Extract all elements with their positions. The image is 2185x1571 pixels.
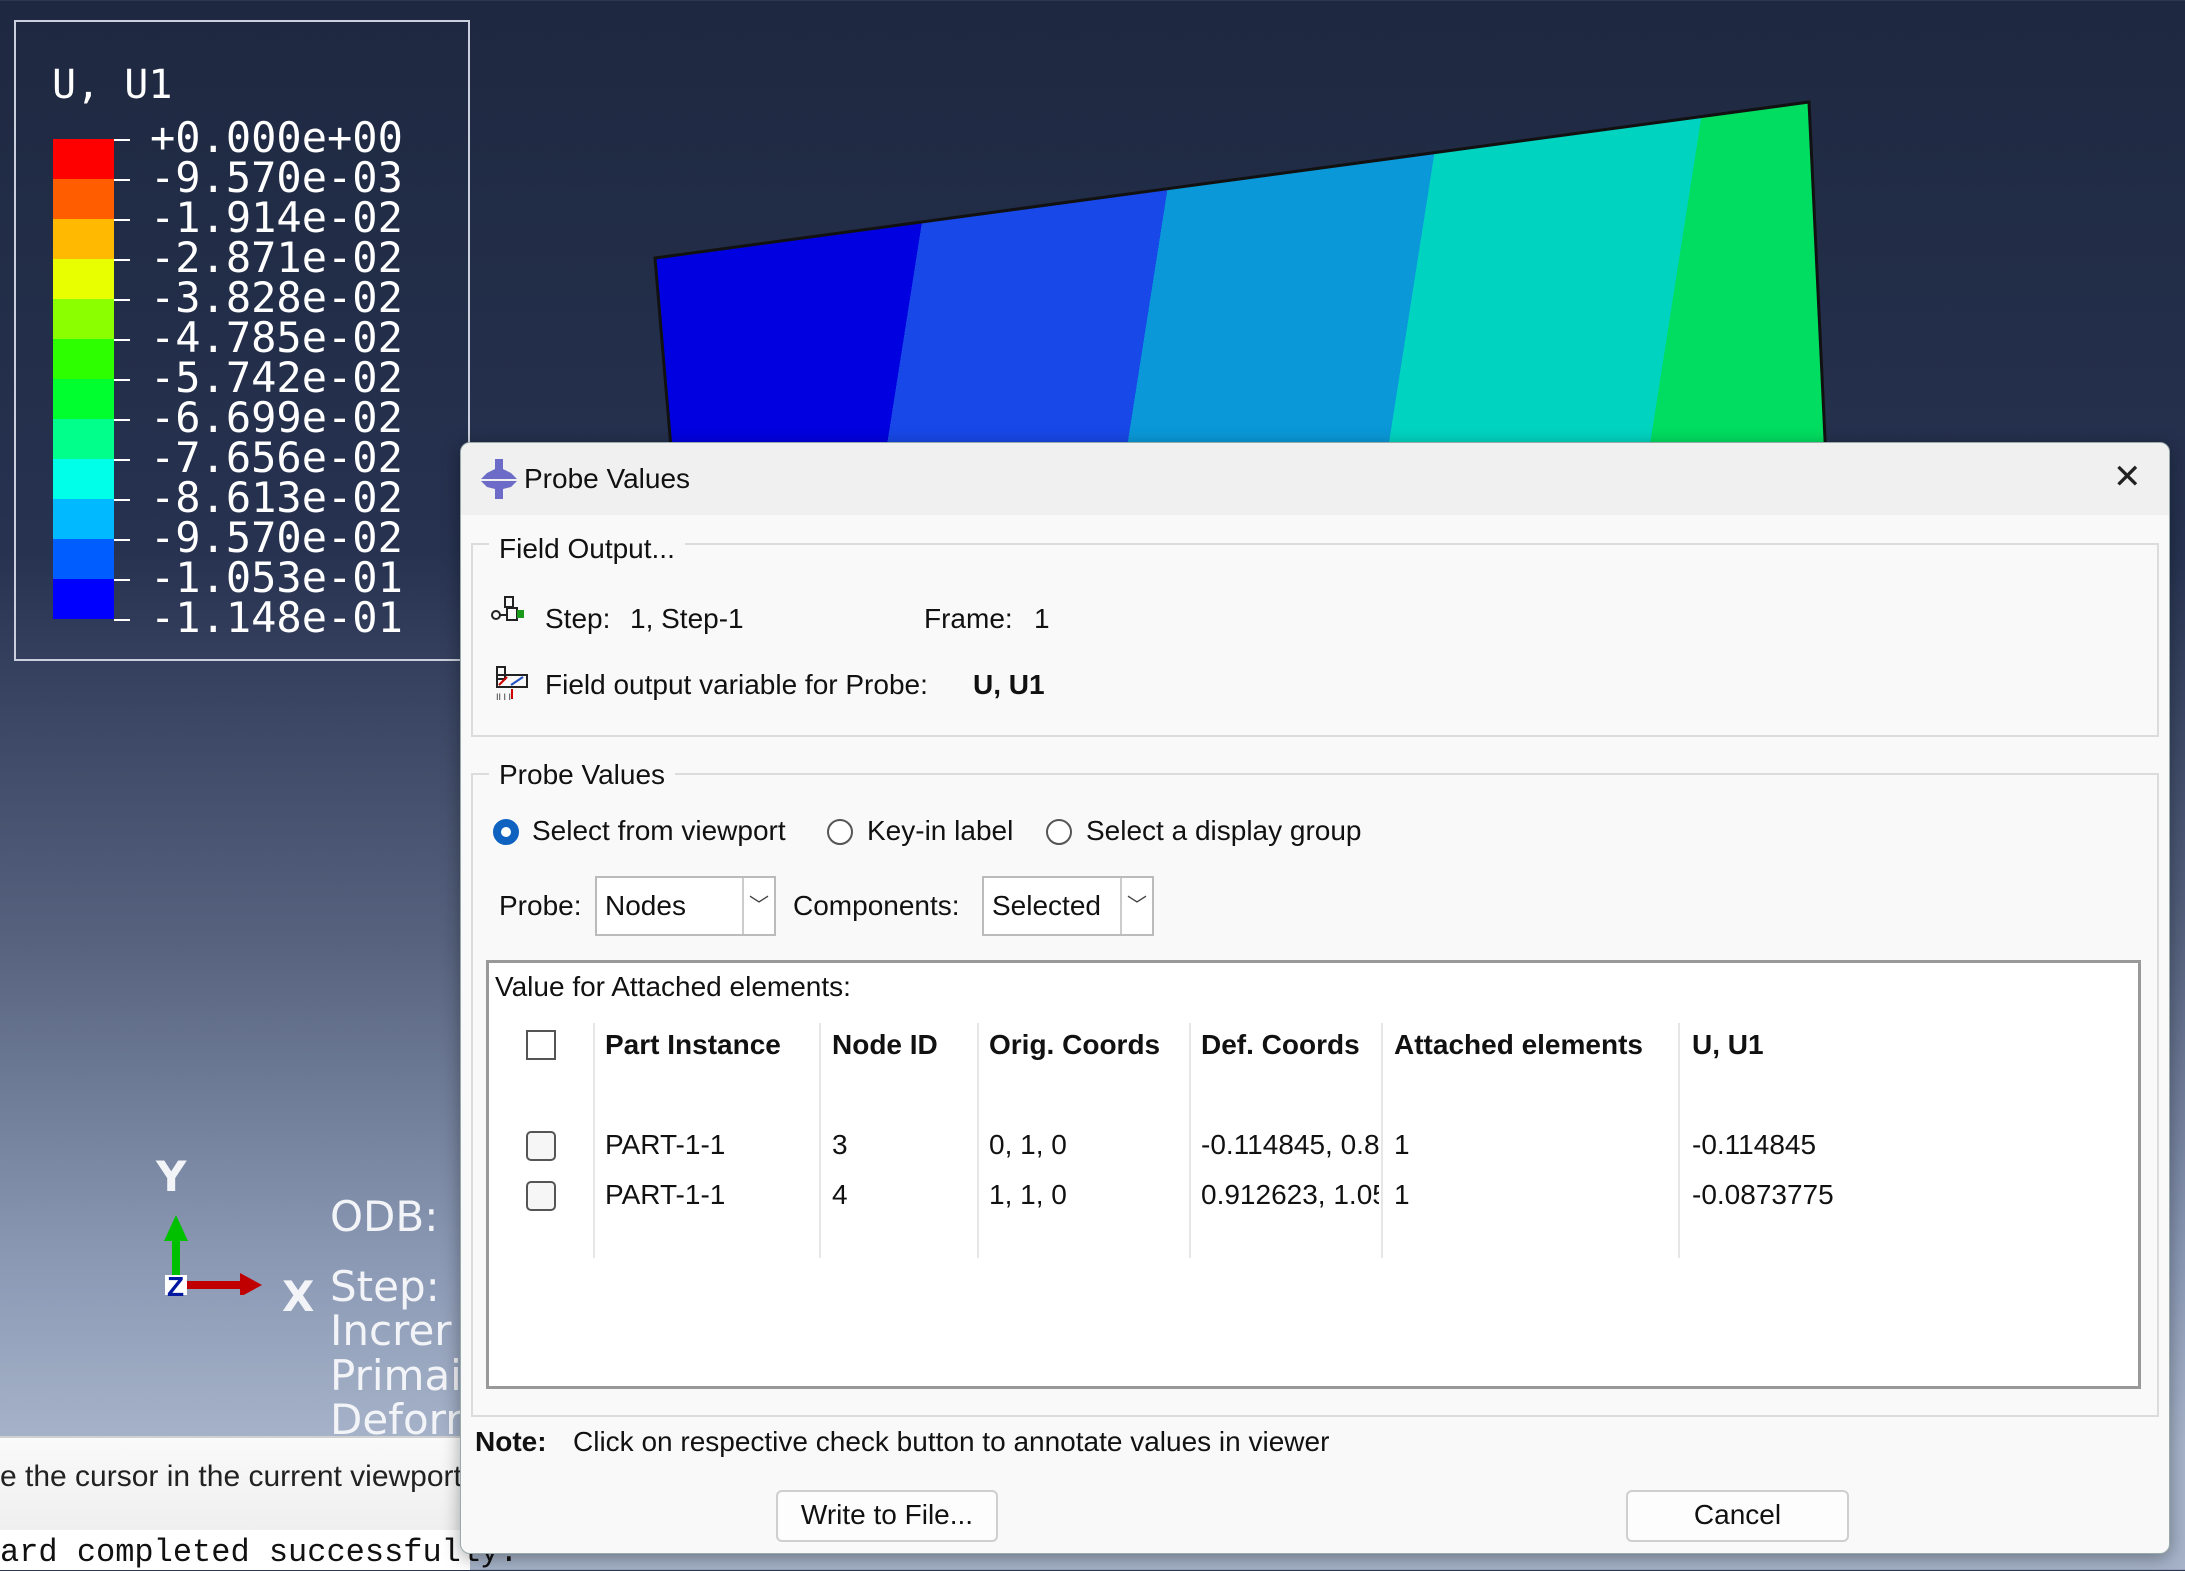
probe-select-value: Nodes <box>605 890 686 921</box>
legend-color-band <box>53 139 114 179</box>
row-checkbox[interactable] <box>526 1181 556 1211</box>
field-output-variable-icon: II I I <box>496 666 528 701</box>
header-node-id[interactable]: Node ID <box>832 1029 938 1061</box>
probe-select[interactable]: Nodes ﹀ <box>595 876 776 936</box>
field-output-group <box>471 543 2159 737</box>
radio-label-select-from-viewport[interactable]: Select from viewport <box>532 815 786 847</box>
cell-part-instance: PART-1-1 <box>605 1129 726 1160</box>
cell-node-id: 3 <box>832 1129 848 1160</box>
close-icon[interactable]: ✕ <box>2113 457 2142 497</box>
probe-values-dialog: Probe Values ✕ Field Output... Step: 1, … <box>460 442 2170 1554</box>
cell-u-u1: -0.114845 <box>1692 1129 1817 1160</box>
legend-tick <box>114 339 130 341</box>
cell-def-coords: -0.114845, 0.8 <box>1201 1129 1379 1160</box>
components-label: Components: <box>793 890 960 921</box>
dialog-title: Probe Values <box>524 463 691 494</box>
radio-select-from-viewport[interactable] <box>493 819 519 845</box>
probe-label: Probe: <box>499 890 582 921</box>
legend-color-band <box>53 219 114 259</box>
components-select-value: Selected <box>992 890 1101 921</box>
step-icon <box>491 596 524 621</box>
viewport-info-odb: ODB: <box>330 1192 439 1241</box>
cell-part-instance: PART-1-1 <box>605 1179 726 1210</box>
select-all-checkbox[interactable] <box>526 1030 556 1060</box>
field-variable-value: U, U1 <box>973 669 1045 700</box>
cell-orig-coords: 1, 1, 0 <box>989 1179 1067 1210</box>
probe-icon <box>481 459 517 499</box>
legend-label: -1.148e-01 <box>150 593 403 642</box>
cancel-button[interactable]: Cancel <box>1626 1490 1849 1542</box>
radio-select-display-group[interactable] <box>1046 819 1072 845</box>
legend-color-band <box>53 579 114 619</box>
prompt-text: e the cursor in the current viewport <box>0 1460 462 1493</box>
table-caption: Value for Attached elements: <box>495 971 851 1002</box>
legend-tick <box>114 259 130 261</box>
legend-tick <box>114 379 130 381</box>
legend-color-band <box>53 179 114 219</box>
cell-attached-elements: 1 <box>1394 1129 1410 1160</box>
legend-color-band <box>53 299 114 339</box>
legend-tick <box>114 539 130 541</box>
components-select[interactable]: Selected ﹀ <box>982 876 1154 936</box>
legend-tick <box>114 499 130 501</box>
legend-color-band <box>53 379 114 419</box>
message-text: ard completed successfully. <box>0 1534 519 1571</box>
header-def-coords[interactable]: Def. Coords <box>1201 1029 1360 1061</box>
legend-color-band <box>53 499 114 539</box>
svg-text:II I I: II I I <box>496 692 511 701</box>
field-output-legend: Field Output... <box>489 533 685 565</box>
legend-color-band <box>53 419 114 459</box>
radio-label-select-display-group[interactable]: Select a display group <box>1086 815 1362 847</box>
cell-def-coords: 0.912623, 1.05 <box>1201 1179 1379 1210</box>
legend-tick <box>114 459 130 461</box>
cell-orig-coords: 0, 1, 0 <box>989 1129 1067 1160</box>
axis-triad: Y Z X <box>150 1152 314 1325</box>
frame-value: 1 <box>1034 603 1050 634</box>
field-variable-label: Field output variable for Probe: <box>545 669 928 700</box>
legend-tick <box>114 619 130 621</box>
probe-values-legend: Probe Values <box>489 759 676 791</box>
legend-tick <box>114 179 130 181</box>
cell-node-id: 4 <box>832 1179 848 1210</box>
cell-u-u1: -0.0873775 <box>1692 1179 1834 1210</box>
frame-label: Frame: <box>924 603 1013 634</box>
note-text: Click on respective check button to anno… <box>573 1426 1330 1457</box>
legend-color-band <box>53 259 114 299</box>
legend-color-band <box>53 539 114 579</box>
triad-z-label: Z <box>167 1271 185 1302</box>
header-attached-elements[interactable]: Attached elements <box>1394 1029 1643 1061</box>
legend-tick <box>114 299 130 301</box>
step-value: 1, Step-1 <box>630 603 744 634</box>
chevron-down-icon[interactable]: ﹀ <box>742 878 774 934</box>
radio-key-in-label[interactable] <box>827 819 853 845</box>
legend-tick <box>114 219 130 221</box>
write-to-file-button[interactable]: Write to File... <box>776 1490 998 1542</box>
triad-y-label: Y <box>156 1152 187 1201</box>
probe-results-table: Value for Attached elements: Part Instan… <box>486 960 2141 1389</box>
radio-label-key-in-label[interactable]: Key-in label <box>867 815 1013 847</box>
note-label: Note: <box>475 1426 547 1457</box>
legend-color-band <box>53 339 114 379</box>
viewport-info-increment: Increr <box>330 1306 452 1355</box>
header-part-instance[interactable]: Part Instance <box>605 1029 781 1061</box>
viewport-info-step: Step: <box>330 1262 440 1311</box>
dialog-titlebar[interactable]: Probe Values ✕ <box>461 443 2169 515</box>
header-u-u1[interactable]: U, U1 <box>1692 1029 1764 1061</box>
cell-attached-elements: 1 <box>1394 1179 1410 1210</box>
legend-tick <box>114 579 130 581</box>
legend-title: U, U1 <box>52 62 173 108</box>
viewport-info-primary: Primai <box>330 1351 462 1400</box>
step-label: Step: <box>545 603 611 634</box>
triad-x-label: X <box>282 1272 315 1321</box>
chevron-down-icon[interactable]: ﹀ <box>1120 878 1152 934</box>
header-orig-coords[interactable]: Orig. Coords <box>989 1029 1160 1061</box>
legend-color-band <box>53 459 114 499</box>
deformed-part <box>653 100 1828 460</box>
legend-tick <box>114 419 130 421</box>
legend-tick <box>114 139 130 141</box>
row-checkbox[interactable] <box>526 1131 556 1161</box>
